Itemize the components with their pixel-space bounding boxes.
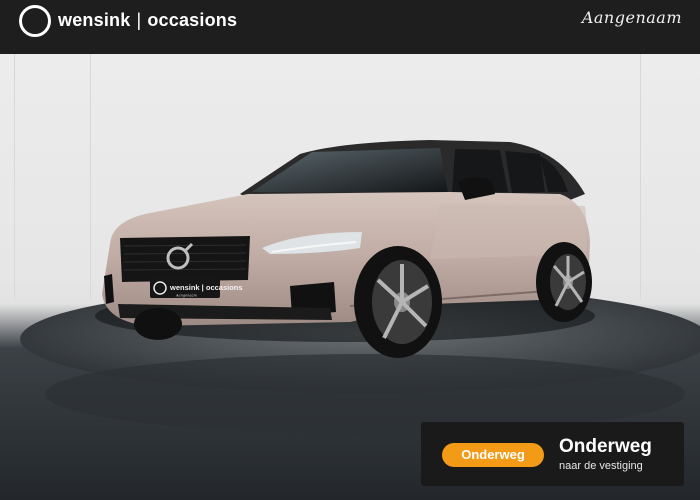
side-window-rear [505, 151, 545, 193]
front-grille [120, 236, 250, 282]
status-card[interactable]: Onderweg Onderweg naar de vestiging [421, 422, 684, 486]
rear-wheel [536, 242, 592, 322]
plate-brand-text: wensink | occasions [169, 283, 243, 292]
front-wheel [354, 246, 442, 358]
plate-tagline-text: Aangenaam [175, 294, 198, 298]
status-badge: Onderweg [442, 443, 544, 467]
wensink-logo-icon[interactable] [19, 5, 51, 37]
site-header: wensink | occasions Aangenaam [0, 0, 700, 54]
brand-product: occasions [147, 10, 238, 30]
brand-separator: | [136, 10, 142, 30]
status-title: Onderweg [559, 436, 652, 457]
status-subtitle: naar de vestiging [559, 460, 643, 472]
tagline-signature: Aangenaam [581, 8, 682, 27]
brand-name: wensink [58, 10, 131, 30]
brand-logo-text[interactable]: wensink | occasions [58, 10, 237, 31]
